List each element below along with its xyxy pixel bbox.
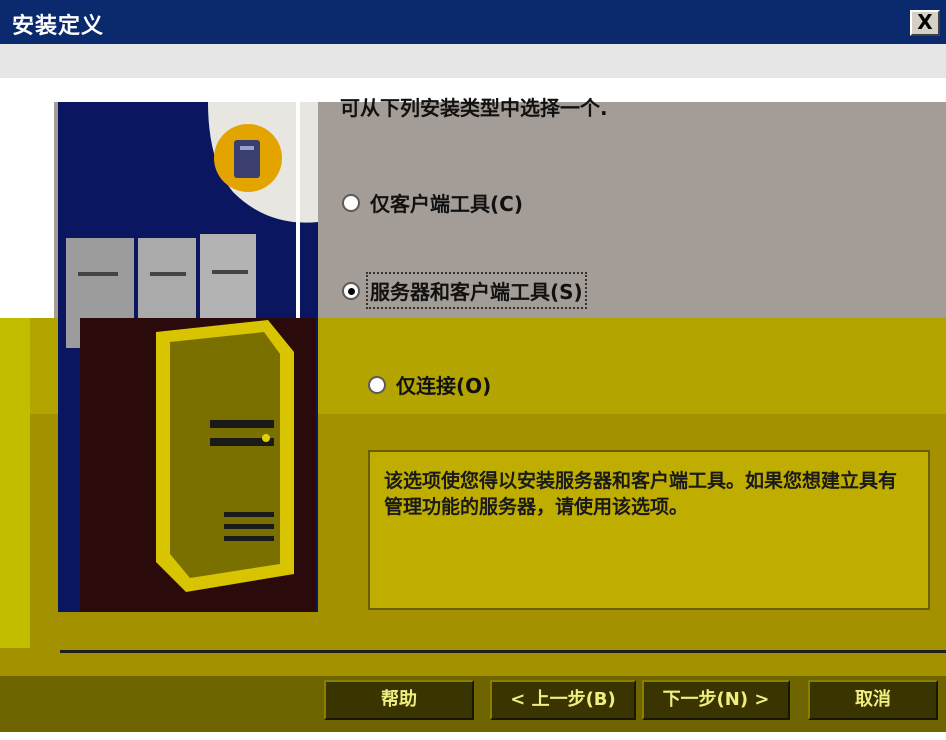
radio-selected-icon[interactable]: [342, 281, 360, 300]
option-connectivity-only[interactable]: 仅连接(O): [368, 370, 491, 399]
upper-left-margin: [0, 78, 54, 318]
option-client-only[interactable]: 仅客户端工具(C): [342, 188, 523, 217]
window-title: 安装定义: [12, 14, 105, 39]
next-button[interactable]: 下一步(N) >: [642, 680, 790, 720]
close-button[interactable]: X: [910, 10, 940, 36]
title-bar: 安装定义 X: [0, 0, 946, 44]
server-illustration: [58, 102, 318, 612]
option-label: 仅连接(O): [396, 374, 492, 398]
lower-left-margin: [0, 318, 30, 648]
illustration-divider: [296, 102, 300, 318]
radio-circle-icon[interactable]: [342, 193, 360, 212]
server-tower-icon: [58, 102, 318, 612]
cancel-button[interactable]: 取消: [808, 680, 938, 720]
help-button[interactable]: 帮助: [324, 680, 474, 720]
description-box: 该选项使您得以安装服务器和客户端工具。如果您想建立具有管理功能的服务器，请使用该…: [368, 450, 930, 610]
header-strip: [0, 44, 946, 78]
instruction-text: 可从下列安装类型中选择一个.: [340, 96, 608, 120]
radio-circle-icon[interactable]: [368, 375, 386, 394]
footer-separator: [60, 650, 946, 653]
footer-edge: [0, 732, 946, 740]
back-button[interactable]: < 上一步(B): [490, 680, 636, 720]
option-server-and-client[interactable]: 服务器和客户端工具(S): [342, 272, 587, 309]
option-label: 服务器和客户端工具(S): [366, 272, 587, 309]
option-label: 仅客户端工具(C): [370, 192, 523, 216]
